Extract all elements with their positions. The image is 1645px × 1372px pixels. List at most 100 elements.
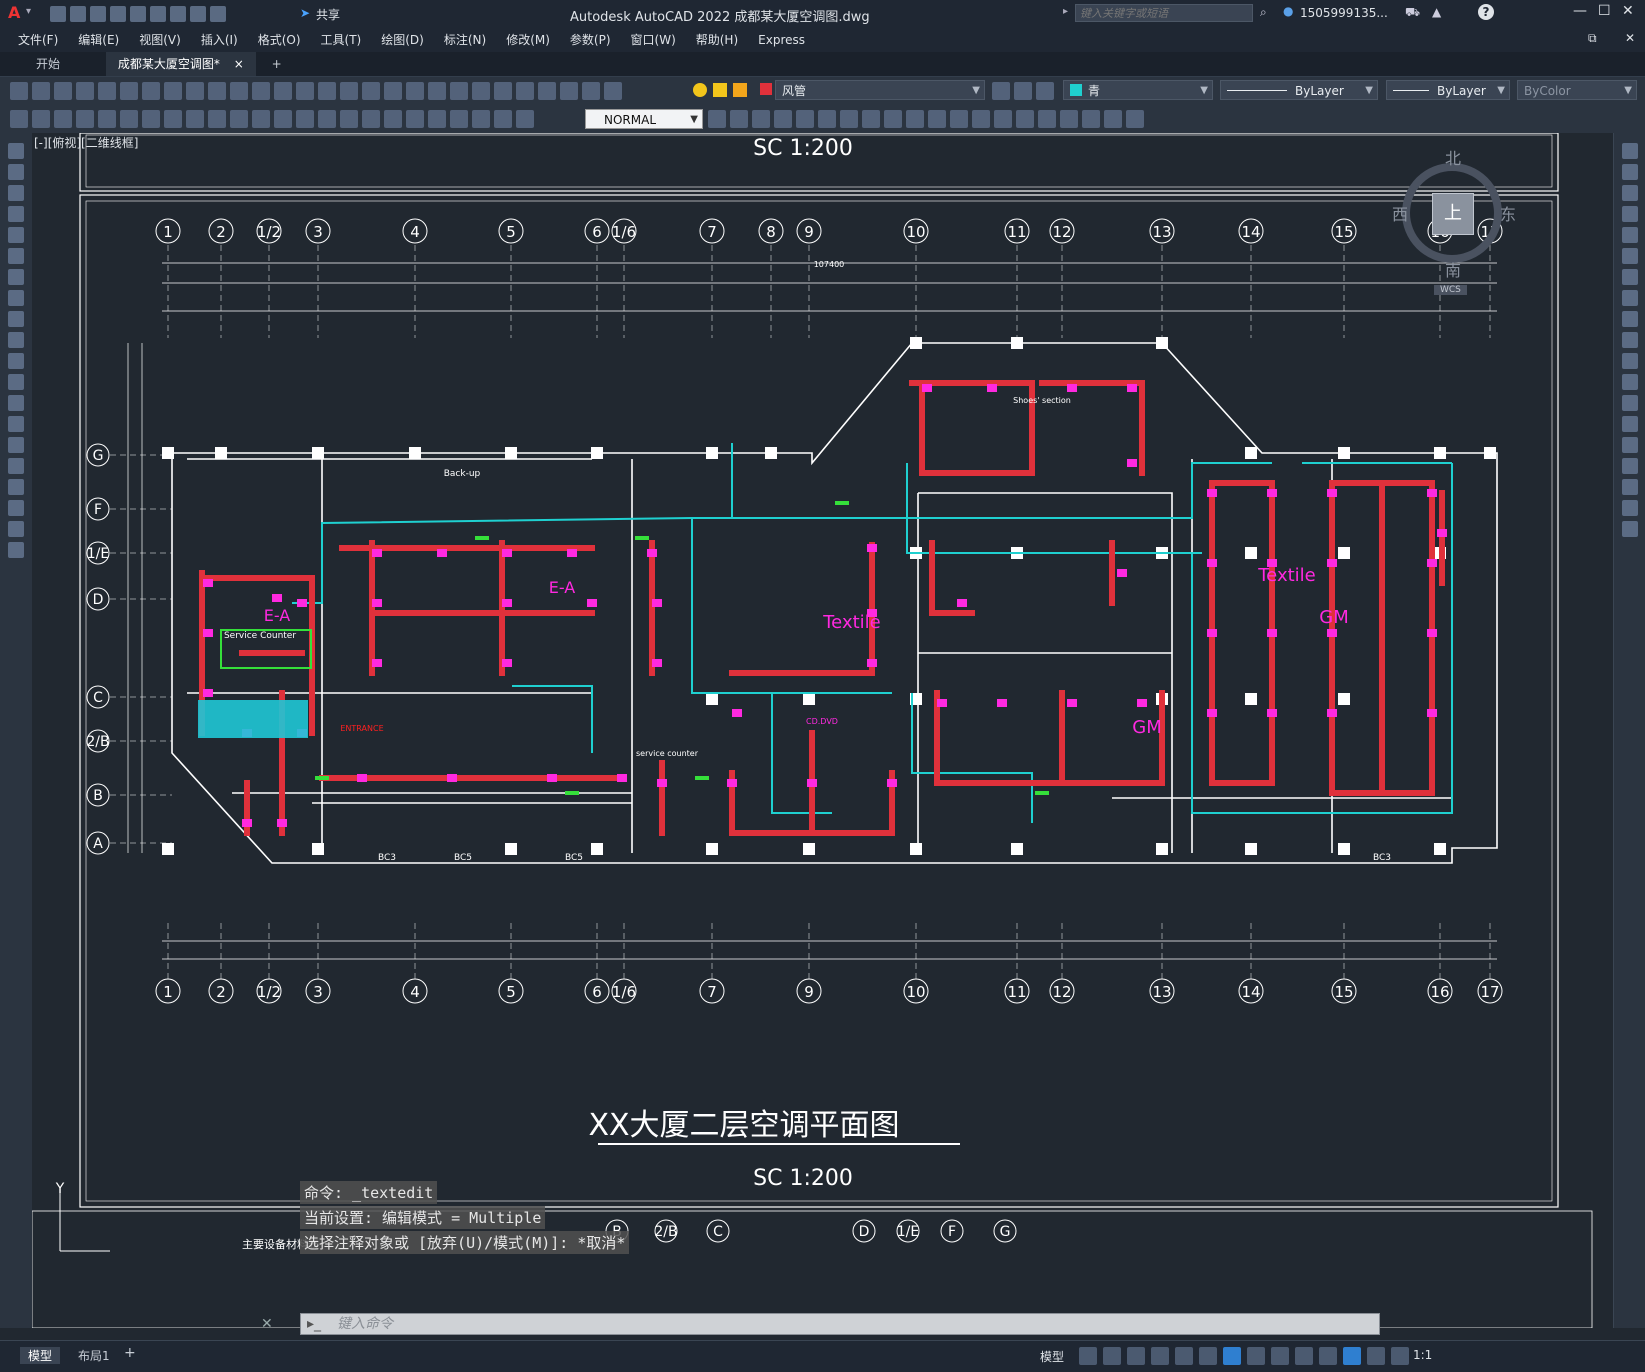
dim-tool-icon-6[interactable] [142, 110, 160, 128]
standard-tool-icon-25[interactable] [560, 82, 578, 100]
standard-tool-icon-3[interactable] [76, 82, 94, 100]
modify-tool-icon-4[interactable] [796, 110, 814, 128]
dim-tool-icon-19[interactable] [428, 110, 446, 128]
modify-tool-icon-17[interactable] [1082, 110, 1100, 128]
floor-plan-drawing[interactable]: 121/234561/67891011121314151617121/23456… [32, 133, 1613, 1328]
draw-tool-icon-2[interactable] [8, 185, 24, 201]
modify-tool-icon-14[interactable] [1622, 437, 1638, 453]
layer-dropdown[interactable]: 风管 ▼ [775, 80, 985, 100]
standard-tool-icon-1[interactable] [32, 82, 50, 100]
modify-tool-icon-12[interactable] [1622, 395, 1638, 411]
modify-tool-icon-3[interactable] [774, 110, 792, 128]
modify-tool-icon-0[interactable] [1622, 143, 1638, 159]
layout-tab-1[interactable]: 布局1 [70, 1347, 118, 1364]
dim-tool-icon-17[interactable] [384, 110, 402, 128]
add-layout-icon[interactable]: + [124, 1345, 136, 1361]
tab-drawing[interactable]: 成都某大厦空调图* × [105, 52, 256, 76]
modify-tool-icon-6[interactable] [1622, 269, 1638, 285]
layer-on-icon[interactable] [693, 83, 707, 97]
draw-tool-icon-4[interactable] [8, 227, 24, 243]
dim-tool-icon-16[interactable] [362, 110, 380, 128]
modify-tool-icon-5[interactable] [1622, 248, 1638, 264]
draw-tool-icon-17[interactable] [8, 500, 24, 516]
draw-tool-icon-12[interactable] [8, 395, 24, 411]
standard-tool-icon-22[interactable] [494, 82, 512, 100]
dim-tool-icon-4[interactable] [98, 110, 116, 128]
menu-item-3[interactable]: 插入(I) [191, 28, 248, 52]
help-icon[interactable]: ? [1478, 4, 1494, 20]
plot-icon[interactable] [170, 6, 186, 22]
draw-tool-icon-3[interactable] [8, 206, 24, 222]
maximize-icon[interactable]: ☐ [1598, 3, 1611, 19]
share-icon[interactable]: ➤ [300, 6, 310, 20]
standard-tool-icon-19[interactable] [428, 82, 446, 100]
dim-tool-icon-13[interactable] [296, 110, 314, 128]
menu-item-9[interactable]: 参数(P) [560, 28, 621, 52]
modify-tool-icon-18[interactable] [1622, 521, 1638, 537]
standard-tool-icon-21[interactable] [472, 82, 490, 100]
modify-tool-icon-4[interactable] [1622, 227, 1638, 243]
standard-tool-icon-18[interactable] [406, 82, 424, 100]
standard-tool-icon-14[interactable] [318, 82, 336, 100]
dim-tool-icon-15[interactable] [340, 110, 358, 128]
modify-tool-icon-11[interactable] [950, 110, 968, 128]
dim-tool-icon-21[interactable] [472, 110, 490, 128]
user-name[interactable]: 1505999135... [1300, 6, 1388, 20]
standard-tool-icon-9[interactable] [208, 82, 226, 100]
modify-tool-icon-6[interactable] [840, 110, 858, 128]
standard-tool-icon-13[interactable] [296, 82, 314, 100]
command-input[interactable]: ✕ ▸_ 键入命令 [261, 1313, 1380, 1335]
status-toggle-2[interactable] [1127, 1347, 1145, 1365]
linetype-dropdown[interactable]: ByLayer ▼ [1220, 80, 1378, 100]
standard-tool-icon-6[interactable] [142, 82, 160, 100]
save-web-icon[interactable] [150, 6, 166, 22]
draw-tool-icon-7[interactable] [8, 290, 24, 306]
standard-tool-icon-23[interactable] [516, 82, 534, 100]
standard-tool-icon-11[interactable] [252, 82, 270, 100]
dim-tool-icon-2[interactable] [54, 110, 72, 128]
dim-tool-icon-18[interactable] [406, 110, 424, 128]
standard-tool-icon-20[interactable] [450, 82, 468, 100]
status-toggle-11[interactable] [1343, 1347, 1361, 1365]
status-toggle-3[interactable] [1151, 1347, 1169, 1365]
standard-tool-icon-26[interactable] [582, 82, 600, 100]
standard-tool-icon-2[interactable] [54, 82, 72, 100]
open-web-icon[interactable] [130, 6, 146, 22]
draw-tool-icon-0[interactable] [8, 143, 24, 159]
viewcube-face-top[interactable]: 上 [1432, 193, 1474, 235]
dim-tool-icon-14[interactable] [318, 110, 336, 128]
menu-item-0[interactable]: 文件(F) [8, 28, 68, 52]
autodesk-a360-icon[interactable]: ▲ [1432, 5, 1441, 19]
dim-tool-icon-0[interactable] [10, 110, 28, 128]
viewport-controls[interactable]: [-][俯视][二维线框] [34, 134, 138, 151]
compass-east[interactable]: 东 [1500, 201, 1516, 225]
modify-tool-icon-7[interactable] [862, 110, 880, 128]
menu-item-7[interactable]: 标注(N) [434, 28, 496, 52]
draw-tool-icon-13[interactable] [8, 416, 24, 432]
menu-item-6[interactable]: 绘图(D) [371, 28, 434, 52]
command-close-icon[interactable]: ✕ [261, 1314, 273, 1334]
model-space-button[interactable]: 模型 [1040, 1348, 1064, 1365]
modify-tool-icon-12[interactable] [972, 110, 990, 128]
draw-tool-icon-14[interactable] [8, 437, 24, 453]
layer-properties-icon[interactable] [992, 82, 1010, 100]
modify-tool-icon-13[interactable] [994, 110, 1012, 128]
modify-tool-icon-7[interactable] [1622, 290, 1638, 306]
status-toggle-6[interactable] [1223, 1347, 1241, 1365]
standard-tool-icon-7[interactable] [164, 82, 182, 100]
compass-south[interactable]: 南 [1445, 257, 1461, 281]
modify-tool-icon-9[interactable] [1622, 332, 1638, 348]
draw-tool-icon-6[interactable] [8, 269, 24, 285]
modify-tool-icon-1[interactable] [730, 110, 748, 128]
status-toggle-9[interactable] [1295, 1347, 1313, 1365]
dim-tool-icon-12[interactable] [274, 110, 292, 128]
dim-tool-icon-5[interactable] [120, 110, 138, 128]
standard-tool-icon-0[interactable] [10, 82, 28, 100]
lineweight-dropdown[interactable]: ByLayer ▼ [1386, 80, 1510, 100]
new-icon[interactable] [50, 6, 66, 22]
dim-tool-icon-3[interactable] [76, 110, 94, 128]
standard-tool-icon-12[interactable] [274, 82, 292, 100]
user-icon[interactable]: ● [1283, 4, 1293, 18]
status-toggle-5[interactable] [1199, 1347, 1217, 1365]
undo-icon[interactable] [190, 6, 206, 22]
